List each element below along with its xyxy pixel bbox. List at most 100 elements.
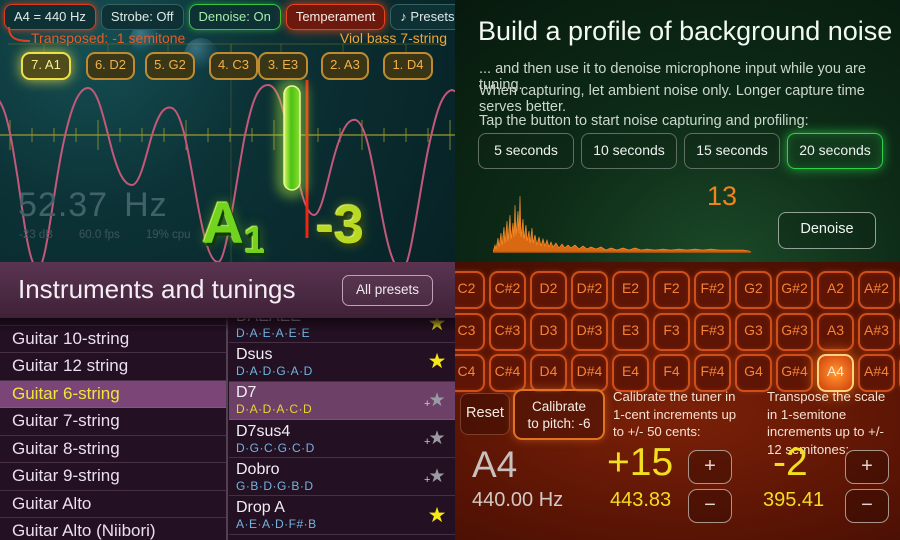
- favorite-star-icon[interactable]: ★: [419, 349, 455, 374]
- capture-10s-button[interactable]: 10 seconds: [581, 133, 677, 169]
- tuning-row[interactable]: Drop A A·E·A·D·F#·B ★: [229, 496, 455, 535]
- instrument-row[interactable]: Guitar 8-string: [0, 436, 226, 463]
- note-cell[interactable]: D3: [530, 312, 567, 351]
- note-cell[interactable]: F4: [653, 354, 690, 392]
- all-presets-button[interactable]: All presets: [341, 275, 433, 306]
- calibrate-button-line1: Calibrate: [531, 398, 587, 414]
- string-button-4[interactable]: 4. C3: [209, 52, 258, 80]
- favorite-star-icon[interactable]: ★: [419, 503, 455, 528]
- tuning-row[interactable]: DAEAEED·A·E·A·E·E ★: [229, 318, 455, 344]
- calibrate-plus-button[interactable]: +: [688, 450, 732, 484]
- note-cell[interactable]: G3: [735, 312, 772, 351]
- transpose-minus-button[interactable]: −: [845, 489, 889, 523]
- note-cell[interactable]: D#4: [571, 354, 608, 392]
- noise-panel-title: Build a profile of background noise: [478, 16, 893, 46]
- calibrate-button-line2: to pitch: -6: [527, 415, 591, 431]
- note-cell[interactable]: F#4: [694, 354, 731, 392]
- note-cell[interactable]: A#2: [858, 271, 895, 309]
- add-favorite-star-icon[interactable]: + ★: [419, 427, 455, 450]
- instrument-row[interactable]: Guitar Alto (Niibori): [0, 518, 226, 540]
- note-cell[interactable]: D2: [530, 271, 567, 309]
- strobe-toggle-button[interactable]: Strobe: Off: [100, 4, 184, 30]
- string-button-1[interactable]: 1. D4: [383, 52, 433, 80]
- capture-20s-button[interactable]: 20 seconds: [787, 133, 883, 169]
- instrument-row[interactable]: Guitar Alto: [0, 491, 226, 518]
- calibrate-minus-button[interactable]: −: [688, 489, 732, 523]
- fps-readout: 60.0 fps: [78, 229, 120, 241]
- instrument-row[interactable]: Guitar 10-string: [0, 326, 226, 353]
- instrument-row[interactable]: Guitar 9-string: [0, 463, 226, 491]
- calibrate-to-pitch-button[interactable]: Calibrate to pitch: -6: [513, 389, 605, 440]
- capture-15s-button[interactable]: 15 seconds: [684, 133, 780, 169]
- note-cell[interactable]: A#4: [858, 354, 895, 392]
- frequency-value: 52.37: [18, 186, 109, 224]
- instruments-lists: Guitalele Guitar 10-string Guitar 12 str…: [0, 318, 455, 540]
- note-cell[interactable]: G#4: [776, 354, 813, 392]
- note-cell[interactable]: G#3: [776, 312, 813, 351]
- note-cell[interactable]: A#3: [858, 312, 895, 351]
- plus-sparkle-icon: +: [424, 397, 431, 410]
- note-cell[interactable]: D#2: [571, 271, 608, 309]
- add-favorite-star-icon[interactable]: + ★: [419, 465, 455, 488]
- favorite-star-icon[interactable]: ★: [419, 318, 455, 336]
- note-cell[interactable]: C#4: [489, 354, 526, 392]
- tuning-row-selected[interactable]: D7 D·A·D·A·C·D + ★: [229, 381, 455, 420]
- denoise-toggle-button[interactable]: Denoise: On: [188, 4, 281, 30]
- transpose-frequency-value: 395.41: [763, 489, 825, 511]
- instrument-row[interactable]: Guitalele: [0, 318, 226, 326]
- tuning-row[interactable]: Dsus D·A·D·G·A·D ★: [229, 343, 455, 382]
- note-cell[interactable]: A3: [817, 312, 854, 351]
- calibration-panel: C2 C#2 D2 D#2 E2 F2 F#2 G2 G#2 A2 A#2 B2…: [455, 262, 900, 540]
- cents-deviation: -3: [316, 195, 365, 255]
- note-cell[interactable]: E2: [612, 271, 649, 309]
- tuning-notes: D·G·C·G·C·D: [236, 440, 315, 455]
- note-cell[interactable]: C#3: [489, 312, 526, 351]
- transpose-plus-button[interactable]: +: [845, 450, 889, 484]
- tuning-name: Drop A: [236, 499, 285, 517]
- presets-button[interactable]: ♪ Presets: [390, 4, 455, 30]
- capture-duration-buttons: 5 seconds 10 seconds 15 seconds 20 secon…: [478, 133, 883, 169]
- calibration-cents-value: +15: [607, 441, 674, 484]
- note-cell[interactable]: E3: [612, 312, 649, 351]
- star-glyph: ★: [428, 389, 446, 411]
- note-cell-selected[interactable]: A4: [817, 354, 854, 392]
- reset-button[interactable]: Reset: [460, 393, 510, 435]
- note-cell[interactable]: G#2: [776, 271, 813, 309]
- note-cell[interactable]: D#3: [571, 312, 608, 351]
- tuning-row[interactable]: Drop A#: [229, 535, 455, 540]
- tuning-list: DAEAEED·A·E·A·E·E ★ DsusD·A·D·G·A·D ★ D7…: [229, 318, 455, 540]
- tuning-notes: D·A·D·G·A·D: [236, 363, 313, 378]
- note-cell[interactable]: E4: [612, 354, 649, 392]
- string-button-6[interactable]: 6. D2: [86, 52, 135, 80]
- note-cell[interactable]: G4: [735, 354, 772, 392]
- note-cell[interactable]: A2: [817, 271, 854, 309]
- instrument-row[interactable]: Guitar 12 string: [0, 353, 226, 381]
- string-button-7[interactable]: 7. A1: [21, 52, 71, 80]
- instruments-title: Instruments and tunings: [18, 274, 296, 304]
- capture-5s-button[interactable]: 5 seconds: [478, 133, 574, 169]
- denoise-action-button[interactable]: Denoise: [778, 212, 876, 249]
- note-cell[interactable]: F#3: [694, 312, 731, 351]
- instrument-row-selected[interactable]: Guitar 6-string: [0, 380, 226, 408]
- note-cell[interactable]: C2: [455, 271, 485, 309]
- note-cell[interactable]: C4: [455, 354, 485, 392]
- instrument-list: Guitalele Guitar 10-string Guitar 12 str…: [0, 318, 226, 540]
- note-cell[interactable]: F2: [653, 271, 690, 309]
- tuning-row[interactable]: D7sus4 D·G·C·G·C·D + ★: [229, 420, 455, 459]
- tuning-row[interactable]: Dobro G·B·D·G·B·D + ★: [229, 458, 455, 497]
- string-button-3[interactable]: 3. E3: [258, 52, 308, 80]
- temperament-button[interactable]: Temperament: [285, 4, 386, 30]
- string-button-2[interactable]: 2. A3: [321, 52, 369, 80]
- note-cell[interactable]: D4: [530, 354, 567, 392]
- list-scrollbar[interactable]: [226, 318, 228, 540]
- tuner-panel: A4 = 440 Hz Strobe: Off Denoise: On Temp…: [0, 0, 455, 262]
- note-cell[interactable]: C3: [455, 312, 485, 351]
- note-cell[interactable]: C#2: [489, 271, 526, 309]
- note-cell[interactable]: F3: [653, 312, 690, 351]
- instrument-row[interactable]: Guitar 7-string: [0, 408, 226, 436]
- note-cell[interactable]: F#2: [694, 271, 731, 309]
- star-glyph: ★: [428, 428, 446, 450]
- note-cell[interactable]: G2: [735, 271, 772, 309]
- string-button-5[interactable]: 5. G2: [145, 52, 195, 80]
- add-favorite-star-icon[interactable]: + ★: [419, 389, 455, 412]
